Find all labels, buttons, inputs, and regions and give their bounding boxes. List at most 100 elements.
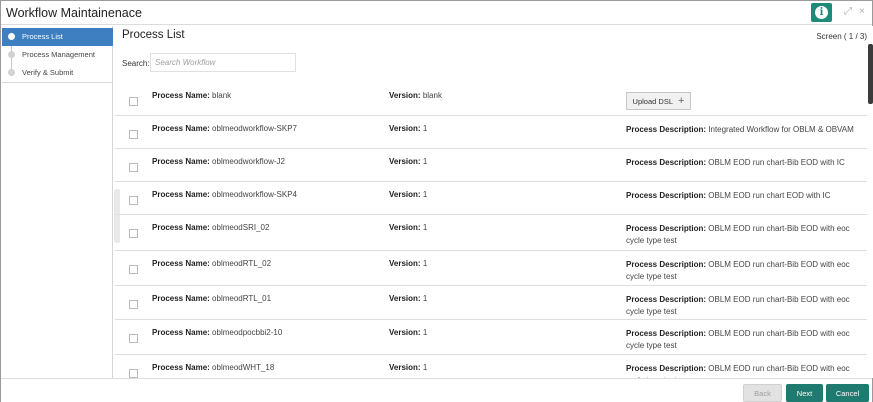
process-version: Version: 1 — [389, 124, 427, 133]
search-label: Search: — [122, 59, 150, 68]
cancel-button[interactable]: Cancel — [826, 384, 869, 402]
process-version-value: 1 — [422, 363, 428, 372]
sidebar-divider — [2, 82, 113, 83]
window-title: Workflow Maintainenace — [6, 6, 142, 20]
step-dot-icon — [8, 33, 15, 40]
process-description-value: Integrated Workflow for OBLM & OBVAM — [708, 125, 854, 134]
process-name-value: blank — [212, 91, 232, 100]
process-version-value: 1 — [422, 223, 428, 232]
screen-indicator: Screen ( 1 / 3) — [816, 32, 867, 41]
process-version: Version: 1 — [389, 328, 427, 337]
row-checkbox[interactable] — [129, 229, 138, 238]
process-name: Process Name: oblmeodWHT_18 — [152, 363, 274, 372]
process-version-value: blank — [422, 91, 442, 100]
process-version-label: Version: — [389, 363, 421, 372]
process-version-value: 1 — [422, 259, 428, 268]
process-description-label: Process Description: — [626, 364, 707, 373]
scrollbar[interactable] — [868, 26, 873, 378]
minimize-icon[interactable]: ⤢ — [844, 6, 852, 17]
process-description: Process Description: OBLM EOD run chart-… — [626, 157, 866, 169]
process-row[interactable]: Process Name: oblmeodworkflow-SKP4 Versio… — [115, 182, 867, 215]
row-checkbox[interactable] — [129, 334, 138, 343]
process-row[interactable]: Process Name: oblmeodRTL_02 Version: 1 Pro… — [115, 251, 867, 286]
process-name-label: Process Name: — [152, 91, 210, 100]
info-icon: i — [815, 6, 828, 19]
process-name: Process Name: oblmeodworkflow-J2 — [152, 157, 285, 166]
process-description-label: Process Description: — [626, 158, 707, 167]
info-button[interactable]: i — [811, 3, 832, 22]
process-version-label: Version: — [389, 294, 421, 303]
process-version-label: Version: — [389, 124, 421, 133]
sidebar: Process List Process Management Verify &… — [1, 26, 113, 402]
back-button[interactable]: Back — [743, 384, 782, 402]
sidebar-item-process-management[interactable]: Process Management — [2, 46, 113, 64]
process-version: Version: 1 — [389, 294, 427, 303]
process-row[interactable]: Process Name: oblmeodworkflow-SKP7 Versio… — [115, 116, 867, 149]
process-description: Process Description: Integrated Workflow… — [626, 124, 866, 136]
process-version: Version: 1 — [389, 190, 427, 199]
process-description-label: Process Description: — [626, 191, 707, 200]
process-row[interactable]: Process Name: oblmeodSRI_02 Version: 1 Pro… — [115, 215, 867, 251]
sidebar-item-label: Verify & Submit — [22, 68, 74, 77]
upload-dsl-button[interactable]: Upload DSL + — [626, 92, 691, 110]
process-version-value: 1 — [422, 190, 428, 199]
process-name-label: Process Name: — [152, 363, 210, 372]
process-name-value: oblmeodworkflow-SKP4 — [212, 190, 297, 199]
process-name-label: Process Name: — [152, 328, 210, 337]
upload-dsl-label: Upload DSL — [632, 96, 673, 106]
process-description: Process Description: OBLM EOD run chart … — [626, 190, 866, 202]
process-description-value: OBLM EOD run chart-Bib EOD with IC — [708, 158, 845, 167]
process-version-label: Version: — [389, 223, 421, 232]
process-row[interactable]: Process Name: oblmeodpocbbi2-10 Version: … — [115, 320, 867, 355]
sidebar-item-process-list[interactable]: Process List — [2, 28, 113, 46]
process-row[interactable]: Process Name: blank Version: blank Upload … — [115, 83, 867, 116]
row-checkbox[interactable] — [129, 300, 138, 309]
footer-bar: Back Next Cancel — [1, 378, 872, 402]
process-version-label: Version: — [389, 157, 421, 166]
main-content: Process List Screen ( 1 / 3) Search: Pro… — [115, 26, 867, 383]
process-version-value: 1 — [422, 124, 428, 133]
scrollbar-thumb[interactable] — [868, 44, 873, 104]
process-name-label: Process Name: — [152, 223, 210, 232]
plus-icon: + — [678, 94, 685, 107]
process-name-label: Process Name: — [152, 124, 210, 133]
process-name: Process Name: oblmeodRTL_01 — [152, 294, 271, 303]
step-dot-icon — [8, 69, 15, 76]
close-icon[interactable]: × — [859, 6, 865, 17]
sidebar-item-verify-submit[interactable]: Verify & Submit — [2, 64, 113, 82]
process-description-label: Process Description: — [626, 224, 707, 233]
row-checkbox[interactable] — [129, 265, 138, 274]
process-description-label: Process Description: — [626, 329, 707, 338]
process-name-value: oblmeodRTL_02 — [212, 259, 272, 268]
process-description: Process Description: OBLM EOD run chart-… — [626, 294, 866, 317]
process-name-value: oblmeodWHT_18 — [212, 363, 275, 372]
process-description-label: Process Description: — [626, 295, 707, 304]
process-name: Process Name: oblmeodSRI_02 — [152, 223, 269, 232]
next-button[interactable]: Next — [786, 384, 823, 402]
row-checkbox[interactable] — [129, 196, 138, 205]
process-version-value: 1 — [422, 294, 428, 303]
process-name-value: oblmeodpocbbi2-10 — [212, 328, 283, 337]
row-checkbox[interactable] — [129, 97, 138, 106]
process-name-value: oblmeodworkflow-J2 — [212, 157, 285, 166]
process-version-label: Version: — [389, 190, 421, 199]
process-version-value: 1 — [422, 328, 428, 337]
process-version: Version: 1 — [389, 363, 427, 372]
process-description-value: OBLM EOD run chart EOD with IC — [708, 191, 831, 200]
process-version: Version: 1 — [389, 223, 427, 232]
process-name: Process Name: oblmeodworkflow-SKP4 — [152, 190, 297, 199]
row-checkbox[interactable] — [129, 130, 138, 139]
process-description-label: Process Description: — [626, 260, 707, 269]
process-row[interactable]: Process Name: oblmeodRTL_01 Version: 1 Pro… — [115, 286, 867, 320]
process-name: Process Name: oblmeodworkflow-SKP7 — [152, 124, 297, 133]
process-description: Process Description: OBLM EOD run chart-… — [626, 223, 866, 246]
process-row[interactable]: Process Name: oblmeodworkflow-J2 Version:… — [115, 149, 867, 182]
process-version-label: Version: — [389, 328, 421, 337]
search-input[interactable] — [150, 53, 296, 72]
workflow-window: Workflow Maintainenace i ⤢ × Process Lis… — [0, 0, 873, 402]
row-checkbox[interactable] — [129, 163, 138, 172]
process-version: Version: blank — [389, 91, 442, 100]
process-version: Version: 1 — [389, 157, 427, 166]
row-checkbox[interactable] — [129, 369, 138, 378]
process-name: Process Name: oblmeodpocbbi2-10 — [152, 328, 282, 337]
